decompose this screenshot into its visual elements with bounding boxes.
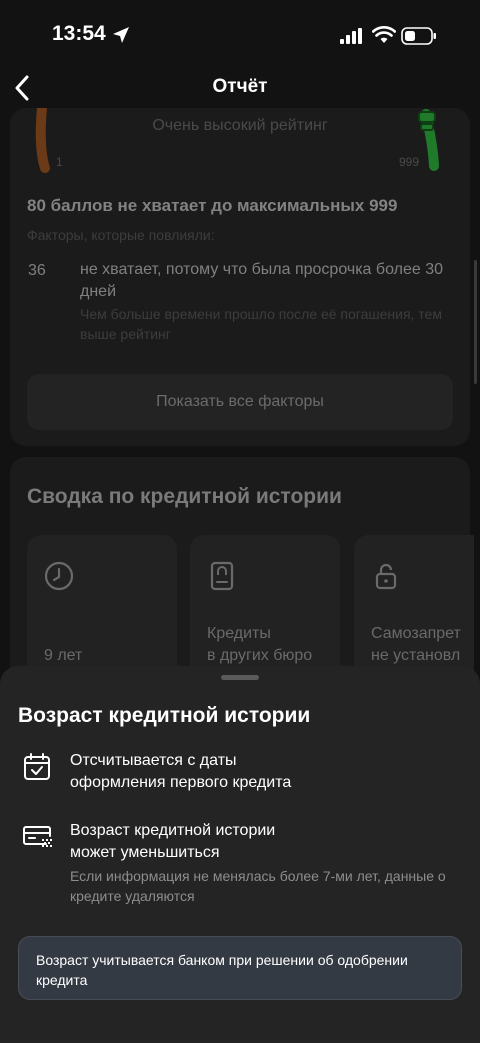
card-fading-icon — [23, 826, 52, 847]
show-all-factors-button[interactable]: Показать все факторы — [27, 374, 453, 430]
calendar-check-icon — [24, 753, 50, 780]
row-text: Возраст кредитной истории может уменьшит… — [70, 822, 276, 861]
lock-icon — [375, 563, 397, 590]
scrollbar[interactable] — [474, 260, 477, 384]
clock-icon — [44, 561, 74, 591]
factors-label: Факторы, которые повлияли: — [27, 227, 215, 243]
factor-value: 36 — [28, 262, 46, 279]
sheet-title: Возраст кредитной истории — [18, 704, 311, 727]
row-subtext: Если информация не менялась более 7-ми л… — [70, 868, 446, 904]
factor-title: не хватает, потому что была просрочка бо… — [80, 261, 443, 300]
scale-max: 999 — [399, 155, 420, 169]
sheet-grabber[interactable] — [221, 675, 259, 680]
info-box: Возраст учитывается банком при решении о… — [18, 936, 462, 1000]
scale-min: 1 — [56, 155, 63, 169]
bottom-sheet: Возраст кредитной истории Отсчитывается … — [0, 666, 480, 1043]
tile-history-age[interactable]: 9 лет — [27, 535, 177, 685]
summary-title: Сводка по кредитной истории — [27, 485, 342, 508]
document-icon — [210, 561, 234, 591]
rating-label: Очень высокий рейтинг — [152, 117, 328, 134]
row-text: Отсчитывается с даты оформления первого … — [70, 752, 292, 791]
tile-other-bureaus[interactable]: Кредиты в других бюро — [190, 535, 340, 685]
info-text: Возраст учитывается банком при решении о… — [36, 952, 408, 988]
show-all-factors-label: Показать все факторы — [156, 393, 324, 410]
points-missing-title: 80 баллов не хватает до максимальных 999 — [27, 196, 398, 215]
app-screen: 13:54 Отчёт Очень высокий рейтинг 1 999 … — [0, 0, 480, 1043]
tile-text: Самозапрет не установл — [371, 625, 461, 664]
tile-self-ban[interactable]: Самозапрет не установл — [354, 535, 474, 685]
factor-description: Чем больше времени прошло после её погаш… — [80, 306, 442, 342]
